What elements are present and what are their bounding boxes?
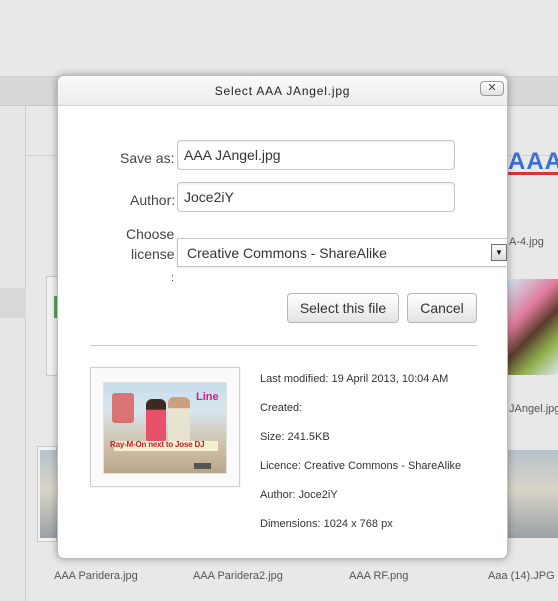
license-label: Choose <box>126 226 175 242</box>
dimensions: Dimensions: 1024 x 768 px <box>260 518 393 530</box>
licence-info: Licence: Creative Commons - ShareAlike <box>260 460 462 472</box>
preview-figure <box>168 397 190 441</box>
author-info: Author: Joce2iY <box>260 489 338 501</box>
cancel-button[interactable]: Cancel <box>407 293 477 323</box>
preview-caption: Ray-M-On next to Jose DJ <box>110 440 205 449</box>
preview-figure <box>146 399 166 441</box>
license-select[interactable]: Creative Commons - ShareAlike ▼ <box>177 238 507 267</box>
license-label: license <box>131 246 175 262</box>
license-select-value: Creative Commons - ShareAlike <box>187 245 387 261</box>
author-input[interactable] <box>177 182 455 212</box>
aaa-logo: AAA <box>508 148 558 175</box>
file-size: Size: 241.5KB <box>260 431 330 443</box>
file-tile-label[interactable]: AAA Paridera.jpg <box>54 570 138 582</box>
aaa-logo-underline <box>508 172 558 175</box>
left-panel <box>0 106 26 601</box>
license-label: : <box>171 272 175 284</box>
close-button[interactable]: ✕ <box>480 81 504 96</box>
close-icon: ✕ <box>487 82 497 94</box>
save-as-label: Save as: <box>120 150 175 166</box>
created: Created: <box>260 402 303 414</box>
file-tile-label[interactable]: JAngel.jpg <box>509 403 558 415</box>
dialog-header: Select AAA JAngel.jpg ✕ <box>58 76 507 106</box>
file-tile-label[interactable]: Aaa (14).JPG <box>488 570 555 582</box>
file-tile-label[interactable]: A-4.jpg <box>509 236 544 248</box>
last-modified: Last modified: 19 April 2013, 10:04 AM <box>260 373 449 385</box>
file-thumbnail <box>40 450 57 538</box>
preview-watermark <box>194 463 212 469</box>
author-label: Author: <box>130 192 176 208</box>
page-top-area <box>0 0 558 76</box>
save-as-input[interactable] <box>177 140 455 170</box>
preview-decoration <box>112 393 134 423</box>
chevron-down-icon[interactable]: ▼ <box>491 244 507 261</box>
select-file-dialog: Select AAA JAngel.jpg ✕ Save as: Author:… <box>57 75 508 559</box>
dialog-title: Select AAA JAngel.jpg <box>214 84 351 98</box>
select-file-button[interactable]: Select this file <box>287 293 399 323</box>
file-preview: Line Ray-M-On next to Jose DJ <box>90 367 240 487</box>
file-tile-label[interactable]: AAA Paridera2.jpg <box>193 570 283 582</box>
file-thumbnail[interactable] <box>508 279 558 375</box>
preview-corner-text: Line <box>196 391 219 403</box>
preview-image: Line Ray-M-On next to Jose DJ <box>103 382 227 474</box>
file-tile-label[interactable]: AAA RF.png <box>349 570 408 582</box>
file-thumbnail[interactable] <box>508 450 558 538</box>
left-panel-selected-row[interactable] <box>0 288 26 318</box>
dialog-divider <box>90 345 477 346</box>
